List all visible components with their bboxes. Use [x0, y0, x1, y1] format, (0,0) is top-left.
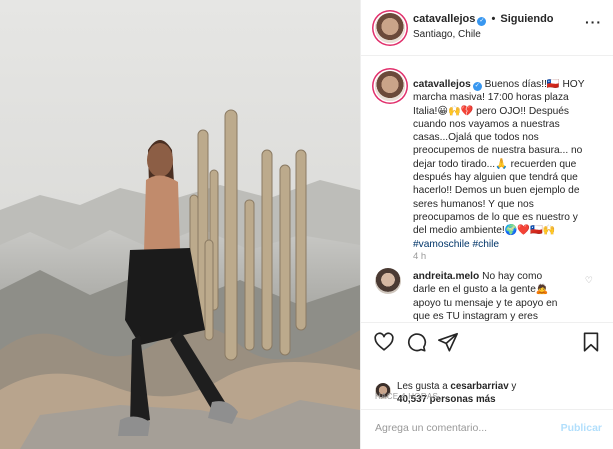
following-button[interactable]: Siguiendo [500, 13, 553, 25]
caption-line: preocupamos de lo que es nuestro y [413, 211, 578, 223]
caption-line: dejar todo tirado...🙏 recuerden que [413, 158, 577, 170]
likes-connector: y [508, 381, 517, 392]
post-side-panel: catavallejos ✓ • Siguiendo Santiago, Chil… [360, 0, 613, 449]
comment-input[interactable] [375, 422, 555, 434]
caption-line: casas...Ojalá que todos nos [413, 132, 539, 144]
verified-badge-icon: ✓ [472, 82, 482, 91]
caption-line: cuando nos vayamos a nuestras [413, 118, 560, 130]
caption-text: catavallejos ✓ Buenos días!!🇨🇱 HOY marcha… [413, 78, 609, 251]
liker-username[interactable]: cesarbarriav [450, 381, 508, 392]
comment-text: andreita.melo No hay como darle en el gu… [413, 270, 578, 322]
separator-dot: • [491, 13, 496, 25]
caption-line: hacerlo!! Demos un buen ejemplo de [413, 185, 580, 197]
comment-line: apoyo tu mensaje y te apoyo en [413, 297, 558, 309]
likes-prefix: Les gusta a [397, 381, 451, 392]
caption-line: preocupemos de nuestra basura... no [413, 145, 583, 157]
comment-line: que es TU instagram y eres [413, 310, 538, 322]
instagram-post-modal: catavallejos ✓ • Siguiendo Santiago, Chil… [0, 0, 613, 449]
heart-icon[interactable] [373, 331, 395, 353]
caption-line: Italia!😀🙌💔 pero OJO!! Después [413, 105, 570, 117]
post-photo [0, 0, 360, 449]
verified-badge-icon: ✓ [477, 17, 487, 26]
comment-line: No hay como [482, 271, 543, 282]
caption-line: Buenos días!!🇨🇱 HOY [484, 79, 585, 90]
add-comment-bar: Publicar [361, 409, 613, 449]
share-icon[interactable] [437, 331, 459, 353]
caption-line: marcha masiva! 17:00 horas plaza [413, 92, 569, 104]
caption-author-avatar[interactable] [375, 71, 405, 101]
post-timestamp[interactable]: HACE 4 HORAS [375, 392, 438, 401]
caption-username[interactable]: catavallejos [413, 79, 471, 90]
commenter-username[interactable]: andreita.melo [413, 271, 479, 282]
post-actions: Les gusta a cesarbarriav y 40,537 person… [361, 322, 613, 418]
commenter-avatar[interactable] [375, 268, 401, 294]
comment-icon[interactable] [405, 331, 427, 353]
comment-like-heart-icon[interactable]: ♡ [585, 275, 593, 286]
comments-area[interactable]: catavallejos ✓ Buenos días!!🇨🇱 HOY marcha… [361, 57, 613, 322]
author-avatar[interactable] [375, 13, 405, 43]
caption-line: seres humanos! Y que nos [413, 198, 534, 210]
comment-line: darle en el gusto a la gente🙇 [413, 284, 549, 296]
bookmark-icon[interactable] [580, 331, 602, 353]
more-options-icon[interactable]: ··· [585, 14, 602, 30]
publish-button[interactable]: Publicar [561, 422, 602, 434]
post-location[interactable]: Santiago, Chile [413, 29, 481, 40]
caption-line: después hay alguien que tendrá que [413, 172, 578, 184]
post-photo-image [0, 0, 360, 449]
post-header: catavallejos ✓ • Siguiendo Santiago, Chil… [361, 0, 613, 56]
header-user-line: catavallejos ✓ • Siguiendo [413, 13, 554, 26]
author-username[interactable]: catavallejos [413, 13, 475, 25]
caption-time-ago: 4 h [413, 251, 427, 262]
caption-hashtags[interactable]: #vamoschile #chile [413, 239, 499, 250]
caption-line: del medio ambiente!🌍❤️🇨🇱🙌 [413, 225, 556, 237]
